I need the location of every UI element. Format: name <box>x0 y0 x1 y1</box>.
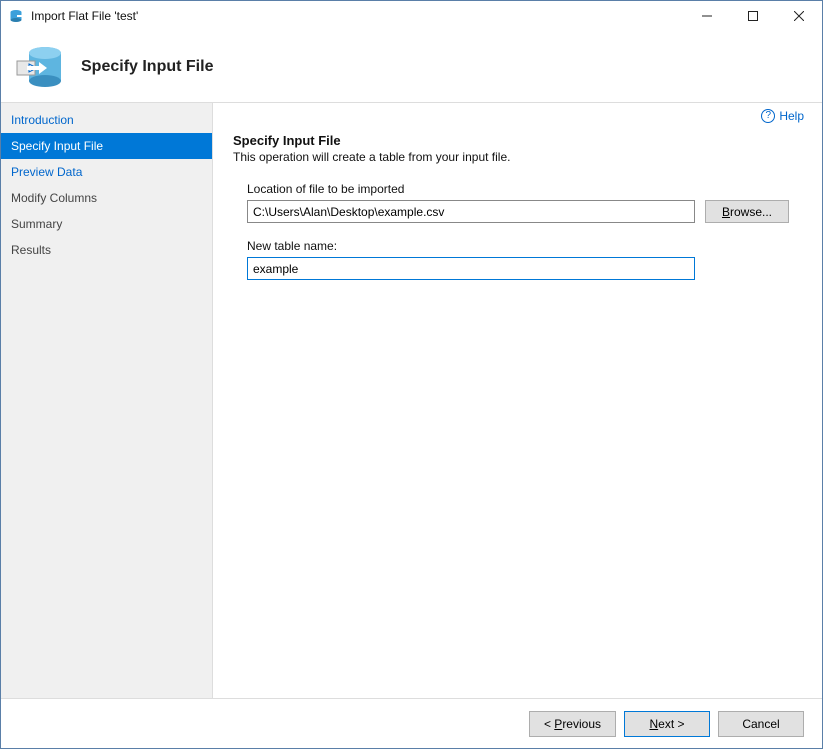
wizard-sidebar: Introduction Specify Input File Preview … <box>1 103 213 698</box>
section-description: This operation will create a table from … <box>233 150 802 164</box>
location-input[interactable] <box>247 200 695 223</box>
page-title: Specify Input File <box>81 58 213 76</box>
next-button[interactable]: Next > <box>624 711 710 737</box>
wizard-footer: < Previous Next > Cancel <box>1 698 822 748</box>
section-title: Specify Input File <box>233 133 802 148</box>
window-title: Import Flat File 'test' <box>31 9 684 23</box>
help-link[interactable]: ? Help <box>761 109 804 123</box>
sidebar-item-summary: Summary <box>1 211 212 237</box>
table-name-label: New table name: <box>247 239 802 253</box>
table-name-input[interactable] <box>247 257 695 280</box>
sidebar-item-modify-columns: Modify Columns <box>1 185 212 211</box>
browse-button[interactable]: Browse... <box>705 200 789 223</box>
maximize-button[interactable] <box>730 1 776 31</box>
titlebar: Import Flat File 'test' <box>1 1 822 31</box>
help-icon: ? <box>761 109 775 123</box>
sidebar-item-specify-input[interactable]: Specify Input File <box>1 133 212 159</box>
location-label: Location of file to be imported <box>247 182 802 196</box>
wizard-header: Specify Input File <box>1 31 822 103</box>
cancel-button[interactable]: Cancel <box>718 711 804 737</box>
sidebar-item-preview-data[interactable]: Preview Data <box>1 159 212 185</box>
database-import-icon <box>15 41 67 93</box>
app-icon <box>9 8 25 24</box>
sidebar-item-results: Results <box>1 237 212 263</box>
sidebar-item-introduction[interactable]: Introduction <box>1 107 212 133</box>
minimize-button[interactable] <box>684 1 730 31</box>
wizard-content: ? Help Specify Input File This operation… <box>213 103 822 698</box>
close-button[interactable] <box>776 1 822 31</box>
wizard-body: Introduction Specify Input File Preview … <box>1 103 822 698</box>
window-controls <box>684 1 822 31</box>
help-label: Help <box>779 109 804 123</box>
previous-button[interactable]: < Previous <box>529 711 616 737</box>
